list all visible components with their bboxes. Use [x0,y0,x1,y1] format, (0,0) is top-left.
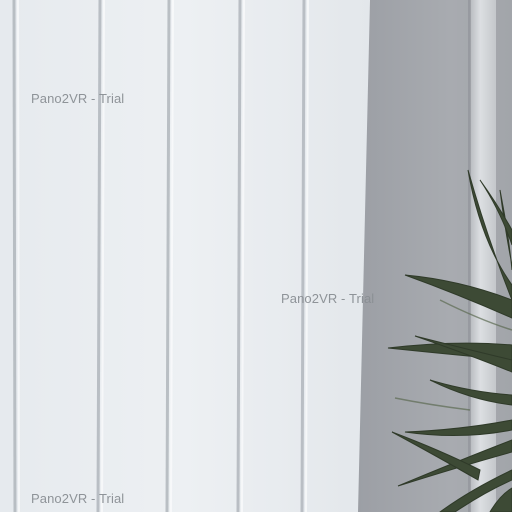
watermark-text: Pano2VR - Trial [31,91,125,106]
panorama-view[interactable]: Pano2VR - Trial Pano2VR - Trial Pano2VR … [0,0,512,512]
vertical-blinds [0,0,370,512]
watermark-text: Pano2VR - Trial [281,291,375,306]
scene-image [0,0,512,512]
watermark-text: Pano2VR - Trial [31,491,125,506]
